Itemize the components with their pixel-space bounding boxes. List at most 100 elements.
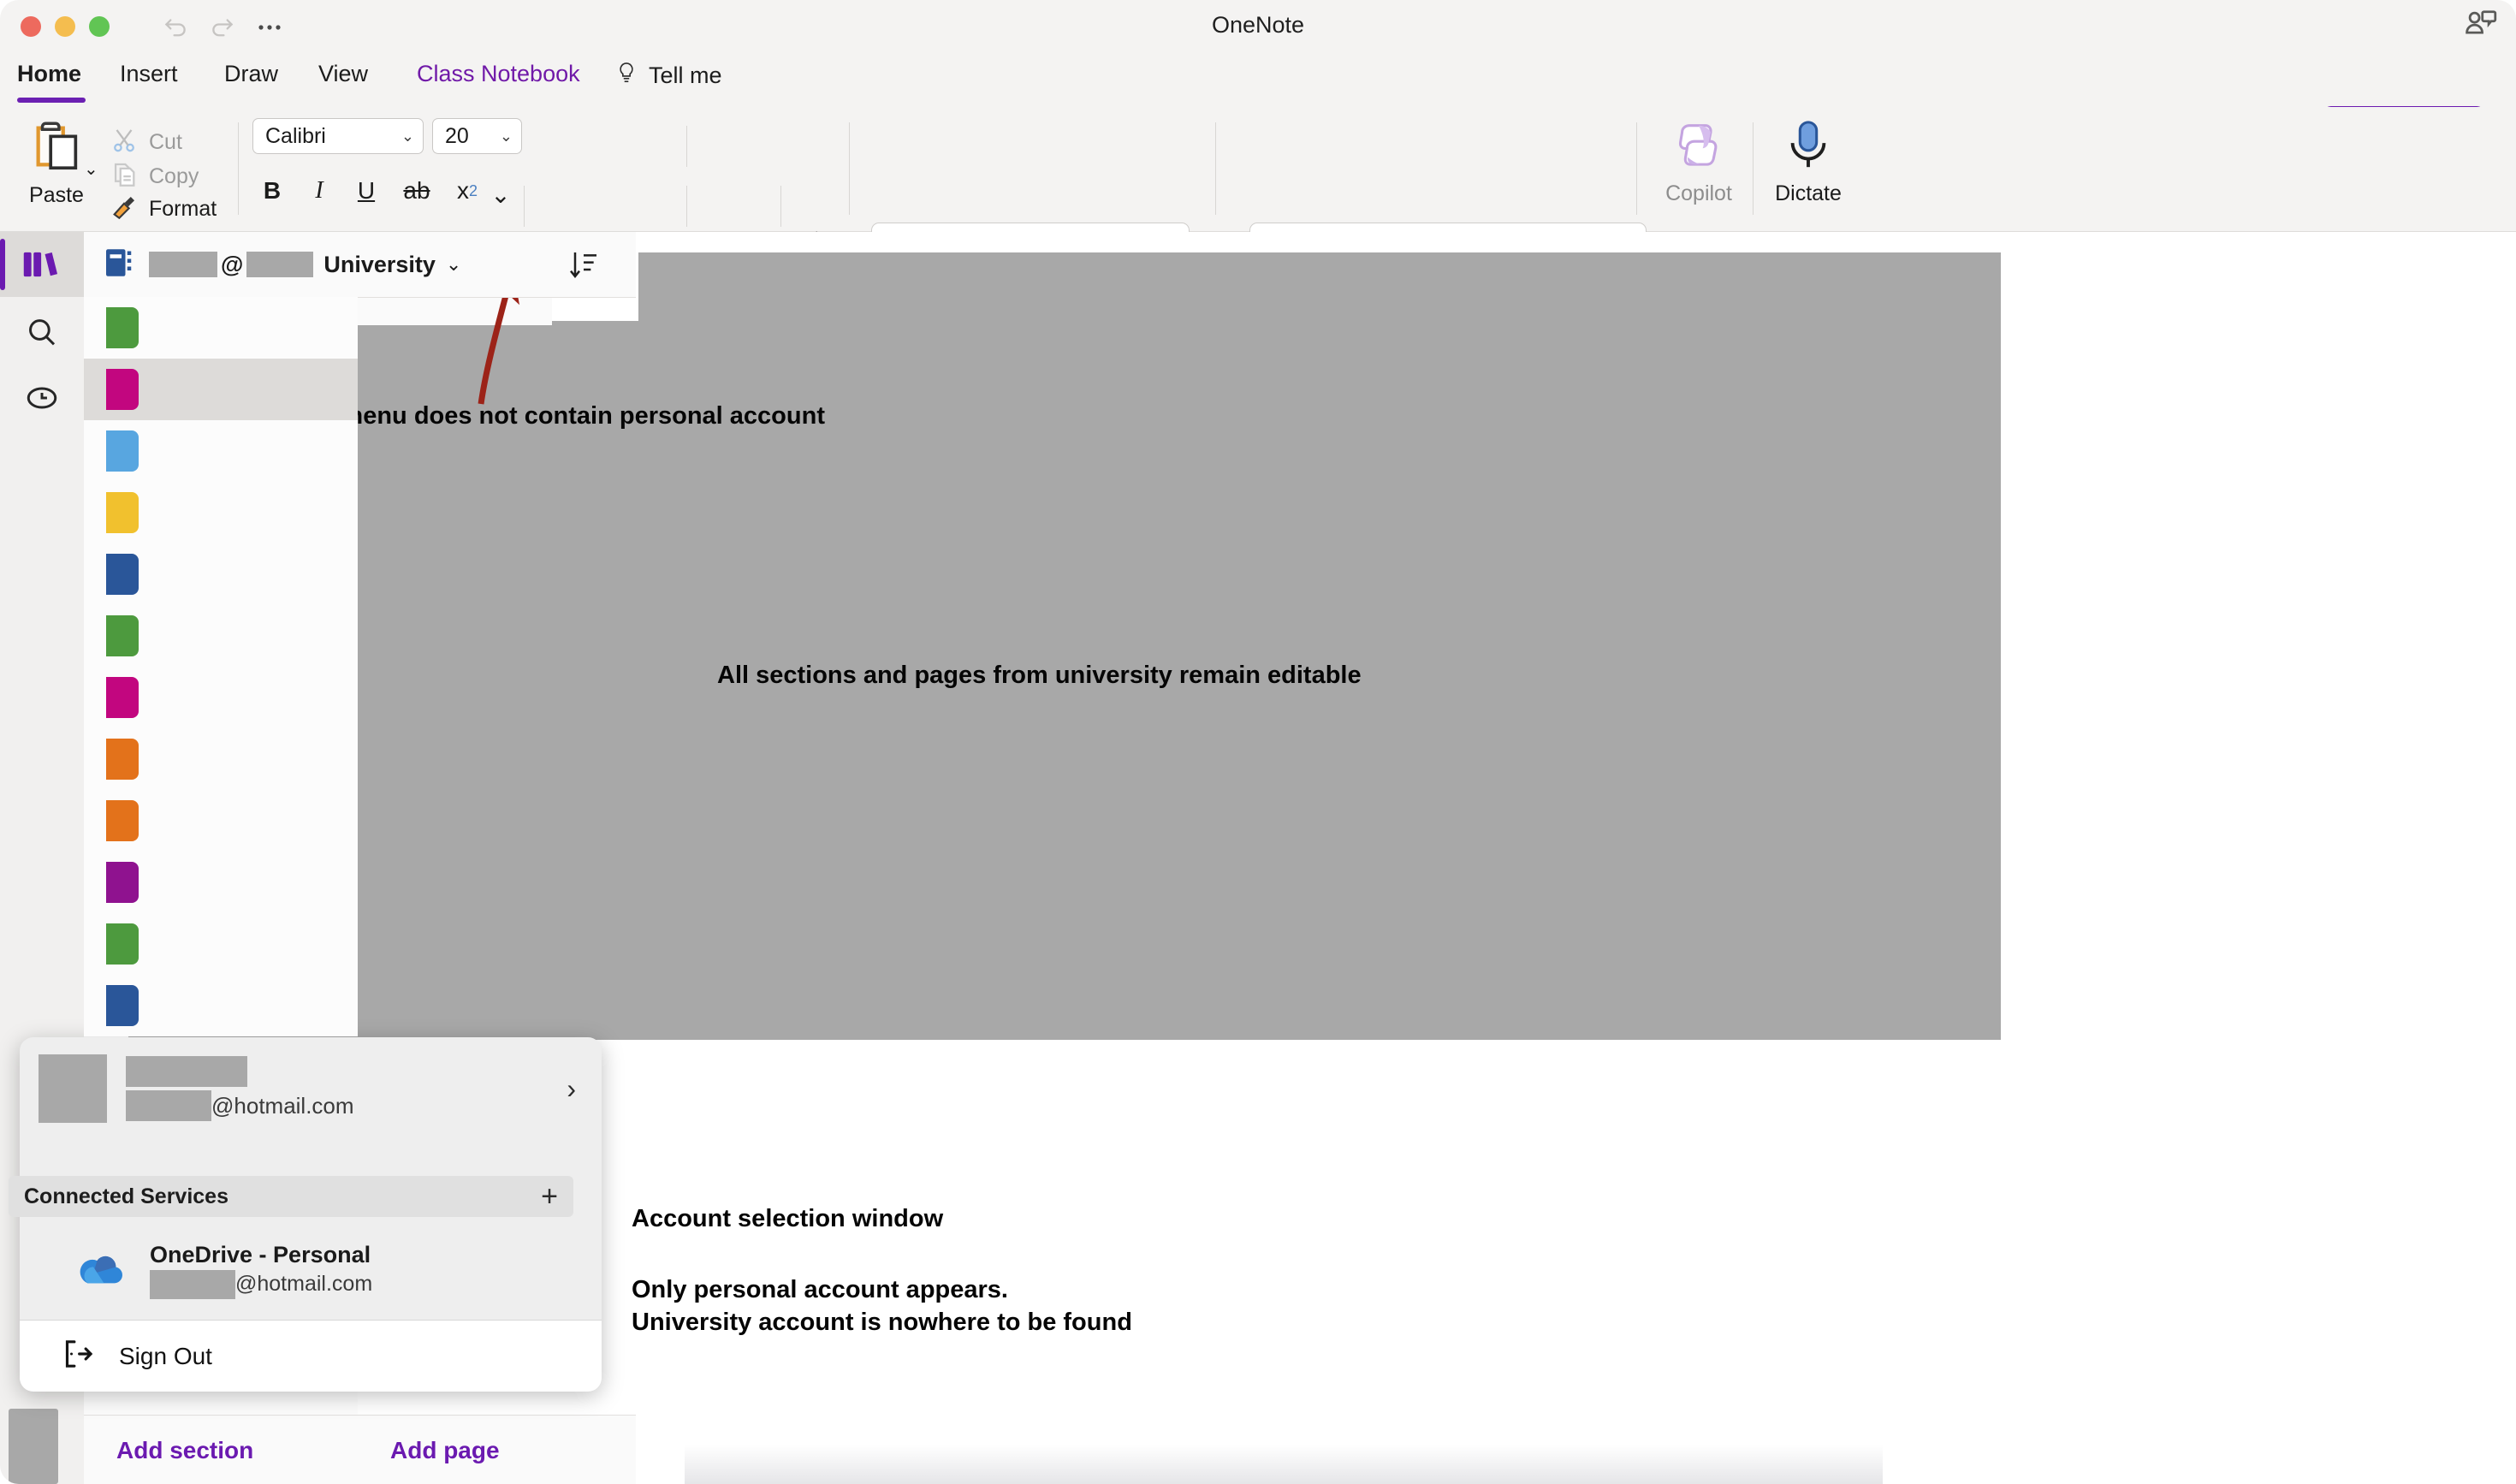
redacted-domain [246,252,313,277]
subscript-base: x [457,177,469,205]
strikethrough-button[interactable]: ab [396,174,437,208]
tab-draw[interactable]: Draw [224,61,278,87]
notebook-header-overlay: @ University ⌄ [84,232,636,298]
section-color-tab [106,369,139,410]
bold-button[interactable]: B [255,174,289,208]
group-divider [686,126,687,167]
notebook-name-dropdown-2[interactable]: @ University ⌄ [149,252,461,278]
tab-insert[interactable]: Insert [120,61,178,87]
section-color-tab [106,554,139,595]
section-color-tab [106,923,139,965]
dictate-button[interactable]: Dictate [1761,117,1855,222]
section-row-visible[interactable] [84,420,358,482]
section-color-tab [106,677,139,718]
section-color-tab [106,862,139,903]
chevron-down-icon: ⌄ [446,253,461,276]
group-divider [524,186,525,227]
copy-button[interactable]: Copy [110,160,199,193]
notebook-icon [104,247,134,282]
section-row-visible[interactable] [84,605,358,667]
subscript-index: 2 [469,182,478,200]
tell-me-button[interactable]: Tell me [614,61,722,91]
font-size-value: 20 [445,124,469,149]
section-color-strip [84,297,358,1042]
account-email: @hotmail.com [126,1090,354,1121]
section-row-visible[interactable] [84,913,358,975]
account-email-domain: @hotmail.com [211,1093,354,1119]
ribbon-tab-strip: Home Insert Draw View Class Notebook Tel… [0,53,2516,107]
section-row-visible[interactable] [84,667,358,728]
add-page-label: Add page [390,1437,500,1464]
onenote-window: OneNote Home Insert Draw View Class Note… [0,0,2516,1484]
sidebar-item-recent[interactable] [0,365,84,430]
chevron-down-icon: ⌄ [401,128,414,145]
onedrive-personal-row[interactable]: OneDrive - Personal @hotmail.com [20,1224,602,1316]
add-service-plus-icon[interactable]: + [541,1180,558,1214]
sort-icon-2[interactable] [566,247,602,283]
section-row-visible[interactable] [84,852,358,913]
sign-out-label: Sign Out [119,1343,212,1370]
title-bar: OneNote [0,0,2516,53]
lightbulb-icon [614,61,638,91]
sign-out-icon [61,1337,95,1375]
italic-button[interactable]: I [302,174,336,208]
group-divider [238,122,239,215]
copilot-button[interactable]: Copilot [1652,117,1746,222]
add-section-label: Add section [116,1437,253,1464]
sidebar-item-notebooks[interactable] [0,232,84,297]
format-painter-button[interactable]: Format [110,193,217,226]
avatar [39,1054,107,1123]
annotation-editable-note: All sections and pages from university r… [717,659,1362,692]
collaborators-icon[interactable] [2461,5,2499,43]
sign-out-button[interactable]: Sign Out [20,1320,602,1392]
section-color-tab [106,492,139,533]
cut-button[interactable]: Cut [110,126,182,159]
section-row-visible[interactable] [84,728,358,790]
content-redaction-overlay [128,252,2001,1040]
section-row-visible[interactable] [84,975,358,1036]
section-color-tab [106,615,139,656]
add-section-button[interactable]: Add section [84,1415,358,1484]
section-row-visible[interactable] [84,482,358,543]
tab-class-notebook[interactable]: Class Notebook [417,61,580,87]
sidebar-item-search[interactable] [0,300,84,365]
section-row-visible[interactable] [84,790,358,852]
onedrive-email-domain: @hotmail.com [235,1272,372,1297]
onedrive-email: @hotmail.com [150,1270,372,1299]
subscript-chevron-down-icon[interactable]: ⌄ [490,177,512,211]
subscript-button[interactable]: x2 [448,174,487,208]
connected-services-header: Connected Services + [9,1176,573,1217]
add-page-button[interactable]: Add page [358,1415,636,1484]
bottom-fade-strip [685,1445,1883,1484]
group-divider [780,186,781,227]
at-symbol-2: @ [221,252,243,278]
microphone-icon [1782,117,1835,178]
section-color-tab [106,739,139,780]
ribbon-toolbar: Paste ⌄ Cut Copy [0,107,2516,232]
redacted-email-local [150,1270,235,1299]
tab-home[interactable]: Home [17,61,81,87]
section-row-visible[interactable] [84,543,358,605]
connected-services-label: Connected Services [24,1184,228,1209]
group-divider [686,186,687,227]
chevron-right-icon[interactable]: › [567,1073,576,1105]
format-painter-label: Format [149,197,217,222]
font-family-value: Calibri [265,124,326,149]
format-painter-icon [110,193,139,226]
group-divider [1636,122,1637,215]
tab-view[interactable]: View [318,61,368,87]
copy-icon [110,160,139,193]
section-row-visible[interactable] [84,297,358,359]
section-color-tab [106,430,139,472]
redacted-username [149,252,217,277]
underline-button[interactable]: U [349,174,383,208]
section-row-visible[interactable] [84,359,358,420]
chevron-down-icon: ⌄ [500,128,513,145]
account-profile-row[interactable]: @hotmail.com › [20,1037,602,1140]
paste-chevron-down-icon[interactable]: ⌄ [84,158,98,180]
font-size-select[interactable]: 20 ⌄ [432,118,522,154]
section-color-tab [106,307,139,348]
font-family-select[interactable]: Calibri ⌄ [252,118,424,154]
onedrive-icon [73,1250,126,1291]
dictate-label: Dictate [1775,181,1842,206]
